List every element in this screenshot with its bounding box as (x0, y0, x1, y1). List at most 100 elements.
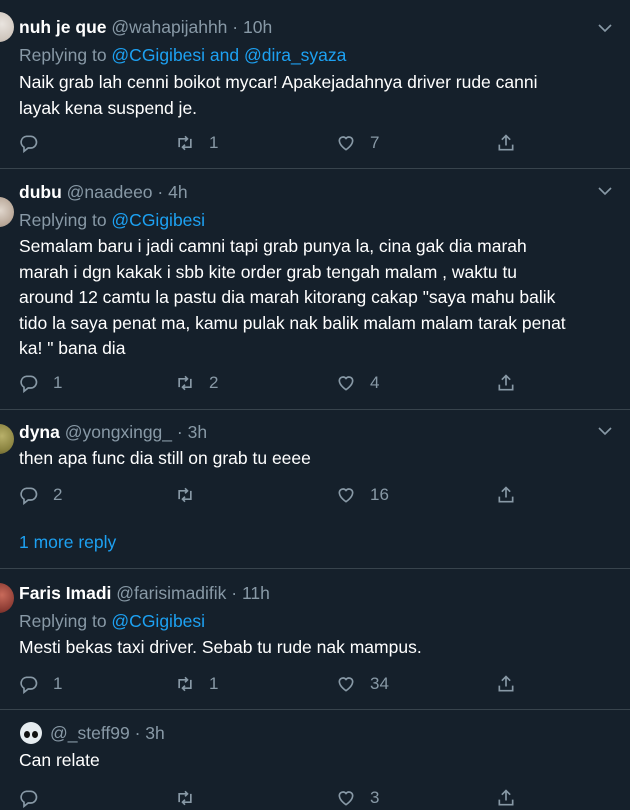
retweet-icon (178, 375, 192, 391)
avatar[interactable] (20, 722, 42, 744)
retweet-icon (178, 790, 192, 806)
user-handle[interactable]: @yongxingg_ (65, 422, 172, 442)
share-button[interactable] (496, 672, 516, 696)
retweet-button[interactable]: 2 (175, 371, 218, 395)
reply-icon (20, 676, 38, 694)
like-count: 34 (370, 674, 389, 693)
reply-count: 2 (53, 485, 63, 504)
retweet-count: 2 (209, 373, 219, 392)
user-name[interactable]: dyna (19, 422, 60, 442)
reply-button[interactable] (19, 131, 53, 155)
text-line: Naik grab lah cenni boikot mycar! Apakej… (19, 72, 538, 92)
heart-icon (338, 376, 354, 391)
like-count: 3 (370, 788, 380, 807)
separator: · (152, 182, 169, 202)
like-count: 4 (370, 373, 380, 392)
like-button[interactable]: 16 (336, 483, 389, 507)
retweet-count: 1 (209, 674, 219, 693)
tweet-4[interactable]: Faris Imadi @farisimadifik · 11h Replyin… (0, 569, 630, 709)
tweet-text: Naik grab lah cenni boikot mycar! Apakej… (19, 70, 614, 121)
retweet-button[interactable] (175, 786, 195, 810)
retweet-icon (178, 676, 192, 692)
user-handle[interactable]: @naadeeo (67, 182, 153, 202)
timestamp[interactable]: 10h (243, 17, 272, 37)
share-icon (498, 789, 514, 806)
tweet-header: Faris Imadi @farisimadifik · 11h (19, 583, 270, 604)
replying-joiner: and (205, 45, 244, 65)
avatar[interactable] (0, 583, 14, 613)
like-count: 16 (370, 485, 389, 504)
reply-button[interactable] (19, 786, 39, 810)
chevron-down-icon[interactable] (596, 19, 614, 37)
user-name[interactable]: nuh je que (19, 17, 107, 37)
timestamp[interactable]: 3h (188, 422, 207, 442)
replying-prefix: Replying to (19, 611, 112, 631)
like-button[interactable]: 4 (336, 371, 379, 395)
tweet-text: then apa func dia still on grab tu eeee (19, 446, 614, 472)
chevron-down-icon[interactable] (596, 182, 614, 200)
text-line: Mesti bekas taxi driver. Sebab tu rude n… (19, 637, 422, 657)
like-button[interactable]: 34 (336, 672, 389, 696)
reply-button[interactable]: 1 (19, 672, 62, 696)
user-handle[interactable]: @farisimadifik (116, 583, 226, 603)
text-line: then apa func dia still on grab tu eeee (19, 448, 311, 468)
tweet-header: @_steff99 · 3h (50, 723, 165, 744)
share-button[interactable] (496, 483, 516, 507)
retweet-button[interactable]: 1 (175, 131, 218, 155)
heart-icon (338, 791, 354, 806)
replying-to: Replying to @CGigibesi (19, 210, 205, 231)
share-button[interactable] (496, 786, 516, 810)
mention-link[interactable]: @dira_syaza (244, 45, 346, 65)
user-name[interactable]: Faris Imadi (19, 583, 111, 603)
tweet-1[interactable]: nuh je que @wahapijahhh · 10h Replying t… (0, 0, 630, 168)
text-line: around 12 camtu la pastu dia marah kitor… (19, 287, 556, 307)
tweet-text: Mesti bekas taxi driver. Sebab tu rude n… (19, 635, 614, 661)
separator: · (227, 17, 243, 37)
share-button[interactable] (496, 371, 516, 395)
text-line: ka! " bana dia (19, 338, 126, 358)
reply-count: 1 (53, 373, 63, 392)
avatar[interactable] (0, 197, 14, 227)
share-icon (498, 134, 514, 151)
share-icon (498, 486, 514, 503)
tweet-header: dubu @naadeeo · 4h (19, 182, 188, 203)
reply-button[interactable]: 2 (19, 483, 62, 507)
tweet-header: dyna @yongxingg_ · 3h (19, 422, 207, 443)
timestamp[interactable]: 4h (168, 182, 187, 202)
retweet-button[interactable]: 1 (175, 672, 218, 696)
mention-link[interactable]: @CGigibesi (111, 210, 205, 230)
separator: · (129, 723, 146, 743)
mention-link[interactable]: @CGigibesi (111, 611, 205, 631)
share-icon (498, 675, 514, 692)
like-count: 7 (370, 133, 380, 152)
avatar[interactable] (0, 12, 14, 42)
action-bar: 2 16 (0, 483, 630, 507)
mention-link[interactable]: @CGigibesi (111, 45, 205, 65)
tweet-text: Can relate (19, 748, 614, 774)
timestamp[interactable]: 11h (242, 583, 270, 603)
replying-to: Replying to @CGigibesi and @dira_syaza (19, 45, 346, 66)
avatar[interactable] (0, 424, 14, 454)
tweet-5[interactable]: @_steff99 · 3h Can relate 3 (0, 710, 630, 808)
replying-prefix: Replying to (19, 45, 112, 65)
retweet-button[interactable] (175, 483, 209, 507)
share-button[interactable] (496, 131, 516, 155)
tweet-3[interactable]: dyna @yongxingg_ · 3h then apa func dia … (0, 410, 630, 520)
chevron-down-icon[interactable] (596, 422, 614, 440)
reply-button[interactable]: 1 (19, 371, 62, 395)
action-bar: 1 7 (0, 131, 630, 155)
timestamp[interactable]: 3h (145, 723, 164, 743)
tweet-header: nuh je que @wahapijahhh · 10h (19, 17, 272, 38)
text-line: Can relate (19, 750, 100, 770)
reply-count: 1 (53, 674, 63, 693)
user-handle[interactable]: @wahapijahhh (111, 17, 227, 37)
user-handle[interactable]: @_steff99 (50, 723, 130, 743)
tweet-2[interactable]: dubu @naadeeo · 4h Replying to @CGigibes… (0, 169, 630, 409)
retweet-count: 1 (209, 133, 219, 152)
like-button[interactable]: 7 (336, 131, 379, 155)
show-more-replies-link[interactable]: 1 more reply (19, 532, 116, 553)
user-name[interactable]: dubu (19, 182, 62, 202)
heart-icon (338, 136, 354, 151)
like-button[interactable]: 3 (336, 786, 379, 810)
text-line: layak kena suspend je. (19, 97, 198, 118)
